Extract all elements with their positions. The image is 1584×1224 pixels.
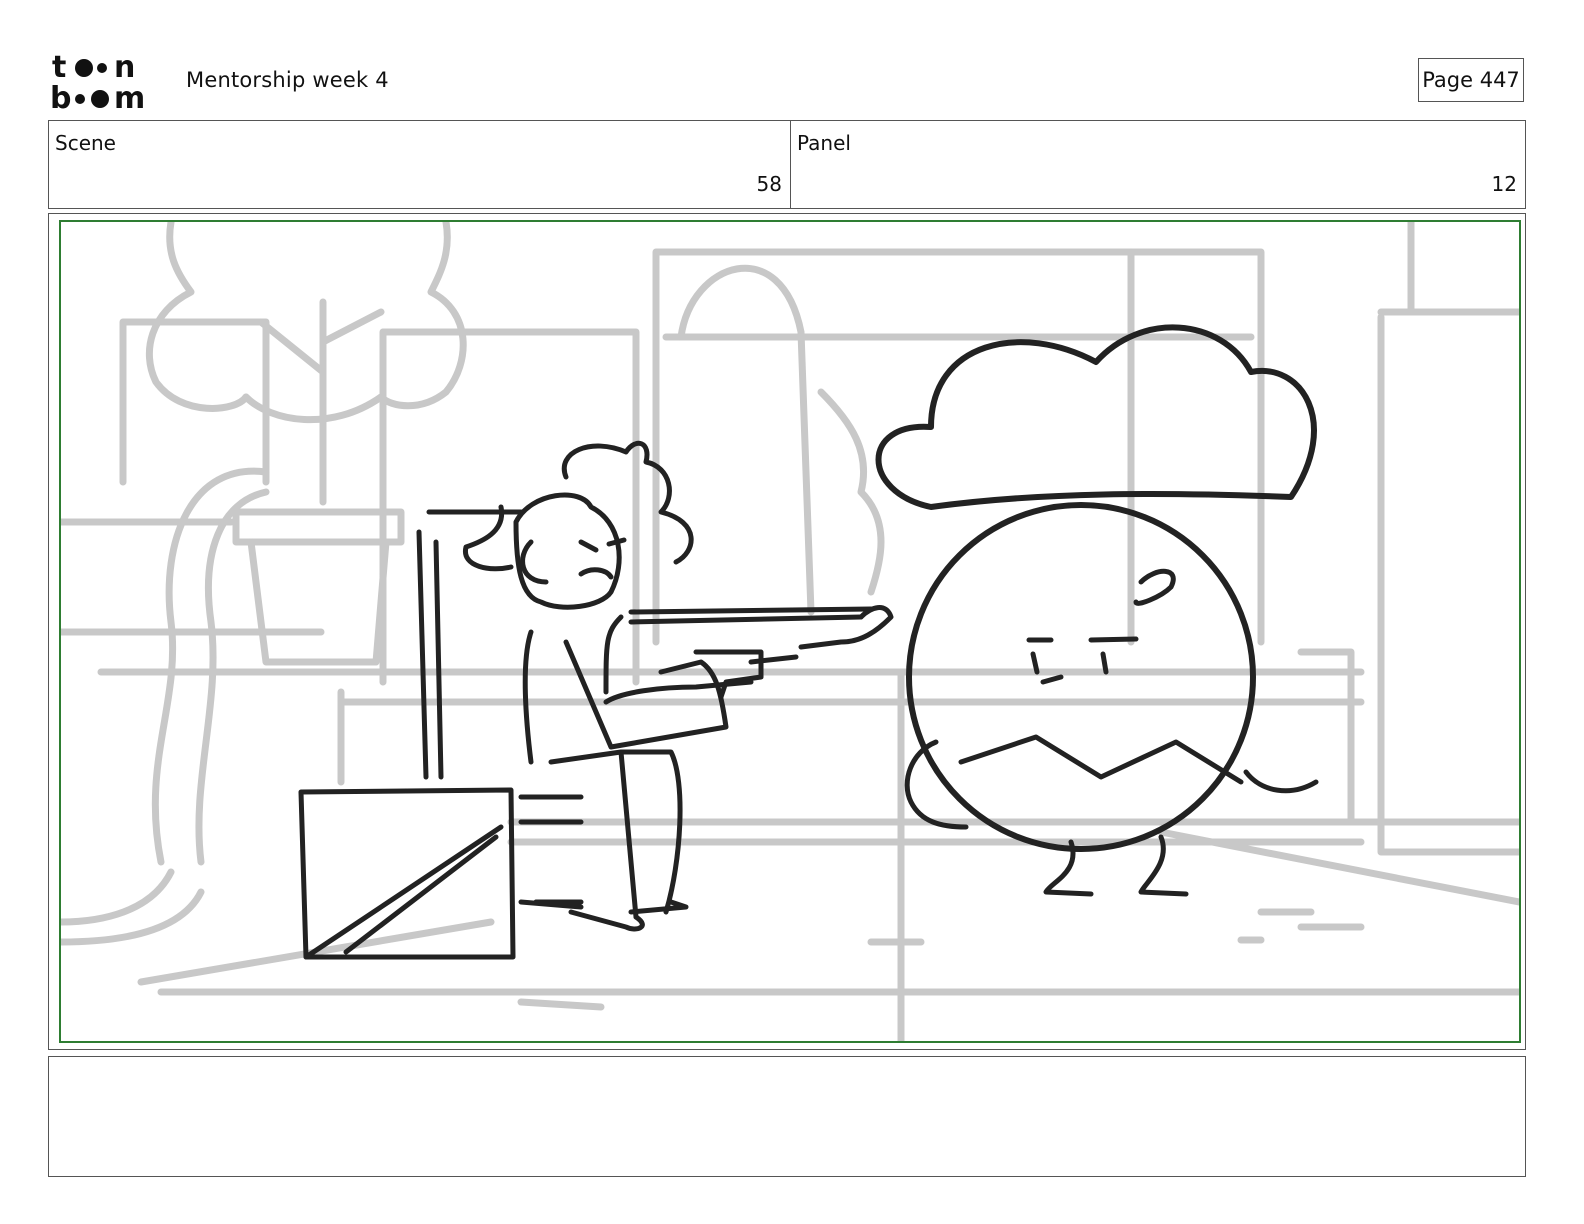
storyboard-drawing	[59, 220, 1521, 1043]
panel-label: Panel	[797, 131, 851, 155]
scene-label: Scene	[55, 131, 116, 155]
foreground-sketch	[298, 324, 1319, 960]
scene-cell: Scene 58	[49, 121, 791, 208]
svg-text:m: m	[114, 81, 145, 112]
panel-cell: Panel 12	[791, 121, 1525, 208]
project-title: Mentorship week 4	[186, 68, 389, 92]
scene-panel-info: Scene 58 Panel 12	[48, 120, 1526, 209]
notes-box	[48, 1056, 1526, 1177]
page-number: Page 447	[1418, 58, 1524, 102]
scene-number: 58	[756, 172, 782, 196]
svg-text:t: t	[52, 50, 66, 85]
svg-text:b: b	[50, 81, 71, 112]
panel-number: 12	[1491, 172, 1517, 196]
background-sketch	[61, 222, 1519, 1041]
toon-boom-logo: t n b m	[50, 50, 165, 112]
svg-text:n: n	[114, 50, 135, 85]
